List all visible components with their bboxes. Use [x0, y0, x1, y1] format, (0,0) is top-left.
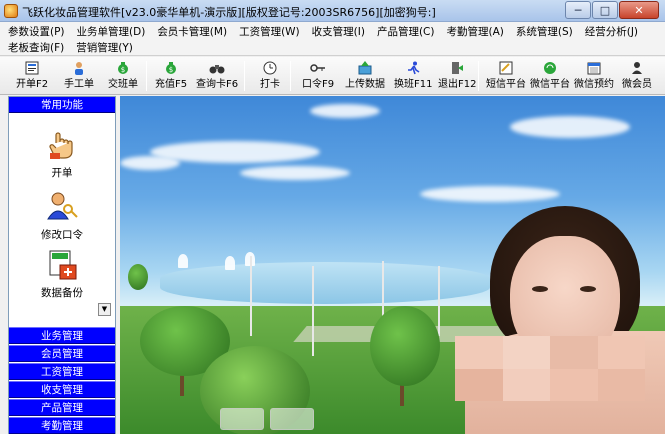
calendar-icon	[586, 60, 602, 76]
sidebar-group-income-expense[interactable]: 收支管理	[9, 381, 115, 398]
menu-member-cards[interactable]: 会员卡管理(M)	[157, 24, 227, 40]
menu-salary[interactable]: 工资管理(W)	[239, 24, 300, 40]
svg-text:$: $	[121, 66, 125, 74]
svg-text:$: $	[169, 66, 173, 74]
menu-income-expense[interactable]: 收支管理(I)	[312, 24, 365, 40]
menu-bar: 参数设置(P) 业务单管理(D) 会员卡管理(M) 工资管理(W) 收支管理(I…	[0, 22, 665, 56]
sidebar-group-salary[interactable]: 工资管理	[9, 363, 115, 380]
money-bag-icon: $	[115, 60, 131, 76]
toolbar: 开单F2 手工单 $ 交班单 $ 充值F5 查询卡F6 打卡 口令F9 上传数据…	[0, 57, 665, 95]
menu-products[interactable]: 产品管理(C)	[377, 24, 435, 40]
exit-icon	[449, 60, 465, 76]
close-button[interactable]: ✕	[619, 1, 659, 19]
sidebar-open-order-button[interactable]: 开单	[9, 129, 115, 180]
toolbar-open-order-button[interactable]: 开单F2	[16, 60, 48, 92]
toolbar-sms-button[interactable]: 短信平台	[486, 60, 526, 92]
sidebar-group-attendance[interactable]: 考勤管理	[9, 417, 115, 434]
menu-marketing[interactable]: 营销管理(Y)	[76, 40, 133, 56]
window-controls: ─ □ ✕	[564, 1, 659, 19]
title-bar: 飞跃化妆品管理软件[v23.0豪华单机-演示版][版权登记号:2003SR675…	[0, 0, 665, 22]
app-icon	[4, 4, 18, 18]
backup-icon	[49, 250, 77, 280]
toolbar-password-button[interactable]: 口令F9	[302, 60, 334, 92]
binoculars-icon	[209, 60, 225, 76]
sidebar-header: 常用功能	[9, 97, 115, 113]
minimize-button[interactable]: ─	[565, 1, 591, 19]
menu-params[interactable]: 参数设置(P)	[8, 24, 65, 40]
key-icon	[310, 60, 326, 76]
sidebar-data-backup-button[interactable]: 数据备份	[9, 249, 115, 300]
member-icon	[629, 60, 645, 76]
main-background-image	[120, 96, 665, 434]
menu-business-analysis[interactable]: 经营分析(J)	[585, 24, 638, 40]
toolbar-wechat-button[interactable]: 微信平台	[530, 60, 570, 92]
money-bag-icon: $	[163, 60, 179, 76]
runner-icon	[405, 60, 421, 76]
hand-pointer-icon	[49, 132, 73, 159]
menu-attendance[interactable]: 考勤管理(A)	[446, 24, 503, 40]
sidebar-group-products[interactable]: 产品管理	[9, 399, 115, 416]
toolbar-wechat-booking-button[interactable]: 微信预约	[574, 60, 614, 92]
toolbar-shift-change-button[interactable]: 换班F11	[394, 60, 432, 92]
person-key-icon	[47, 192, 78, 220]
sidebar-change-password-button[interactable]: 修改口令	[9, 191, 115, 242]
menu-boss-query[interactable]: 老板查询(F)	[8, 40, 64, 56]
clock-icon	[262, 60, 278, 76]
sidebar-group-business[interactable]: 业务管理	[9, 327, 115, 344]
menu-business-orders[interactable]: 业务单管理(D)	[77, 24, 146, 40]
toolbar-recharge-button[interactable]: $ 充值F5	[155, 60, 187, 92]
form-icon	[24, 60, 40, 76]
wechat-icon	[542, 60, 558, 76]
sms-icon	[498, 60, 514, 76]
sidebar-scroll-down-button[interactable]: ▼	[98, 303, 111, 316]
toolbar-upload-button[interactable]: 上传数据	[345, 60, 385, 92]
window-title: 飞跃化妆品管理软件[v23.0豪华单机-演示版][版权登记号:2003SR675…	[22, 6, 436, 19]
menu-system[interactable]: 系统管理(S)	[516, 24, 573, 40]
toolbar-exit-button[interactable]: 退出F12	[438, 60, 476, 92]
toolbar-query-card-button[interactable]: 查询卡F6	[196, 60, 238, 92]
toolbar-manual-order-button[interactable]: 手工单	[64, 60, 94, 92]
upload-icon	[357, 60, 373, 76]
toolbar-clock-in-button[interactable]: 打卡	[260, 60, 280, 92]
sidebar-group-members[interactable]: 会员管理	[9, 345, 115, 362]
person-icon	[71, 60, 87, 76]
pixelated-overlay	[455, 336, 645, 401]
toolbar-micro-member-button[interactable]: 微会员	[622, 60, 652, 92]
maximize-button[interactable]: □	[592, 1, 618, 19]
hidden-overlay-button	[220, 408, 264, 430]
toolbar-handover-button[interactable]: $ 交班单	[108, 60, 138, 92]
hidden-overlay-button	[270, 408, 314, 430]
sidebar: 常用功能 开单 修改口令 数据备份 ▼ 业务管理 会员管理 工资管理 收支管理 …	[8, 96, 116, 434]
